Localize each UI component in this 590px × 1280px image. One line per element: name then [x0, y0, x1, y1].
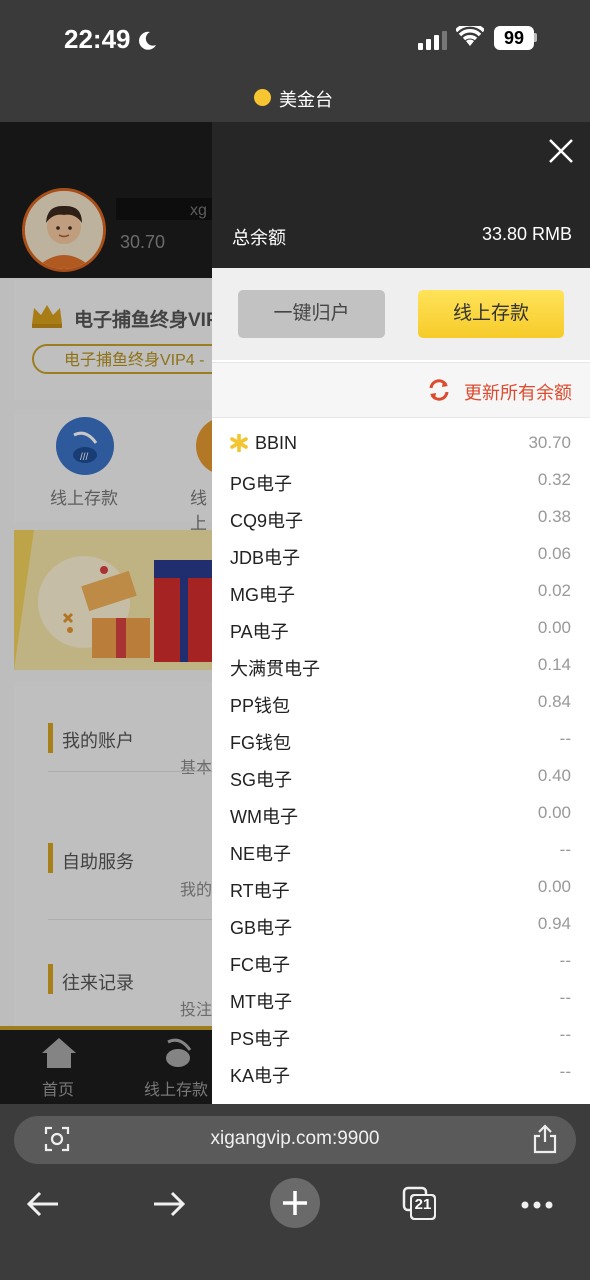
game-balance: 0.06: [537, 544, 571, 563]
game-name: FG钱包: [230, 733, 291, 753]
refresh-all-label[interactable]: 更新所有余额: [464, 379, 572, 405]
game-name: SG电子: [230, 770, 293, 790]
url-text[interactable]: xigangvip.com:9900: [14, 1128, 576, 1150]
collect-all-button[interactable]: 一键归户: [238, 290, 385, 338]
game-balance-row[interactable]: CQ9电子 0.38: [212, 500, 590, 537]
game-balance: 0.38: [537, 507, 571, 526]
new-tab-button[interactable]: [270, 1178, 320, 1228]
game-name: MT电子: [230, 992, 292, 1012]
game-name: PP钱包: [230, 696, 291, 716]
game-balance-row[interactable]: PS电子 --: [212, 1018, 590, 1055]
battery-tip: [534, 33, 537, 42]
game-balance: 0.02: [537, 581, 571, 600]
game-balance: 0.00: [537, 803, 571, 822]
address-bar[interactable]: xigangvip.com:9900: [14, 1116, 576, 1164]
game-name: PA电子: [230, 622, 289, 642]
game-balance-row[interactable]: MG电子 0.02: [212, 574, 590, 611]
drawer-actions: 一键归户 线上存款: [212, 268, 590, 360]
game-balance: --: [559, 988, 571, 1007]
game-name: WM电子: [230, 807, 298, 827]
game-balance-row[interactable]: FC电子 --: [212, 944, 590, 981]
game-name: MG电子: [230, 585, 295, 605]
game-name: PG电子: [230, 474, 293, 494]
game-balance: 0.84: [537, 692, 571, 711]
game-balance: 0.40: [537, 766, 571, 785]
game-balance: --: [559, 729, 571, 748]
game-name: FC电子: [230, 955, 290, 975]
game-balance-row[interactable]: KA电子 --: [212, 1055, 590, 1092]
game-balance: 30.70: [528, 433, 571, 452]
wifi-icon: [456, 26, 484, 46]
more-icon[interactable]: [520, 1200, 554, 1210]
game-balance-row[interactable]: GB电子 0.94: [212, 907, 590, 944]
game-balance-list: BBIN 30.70 PG电子 0.32 CQ9电子 0.38 JDB电子 0.06 MG电子 0…: [212, 426, 590, 1092]
online-deposit-button[interactable]: 线上存款: [418, 290, 564, 338]
game-name: NE电子: [230, 844, 292, 864]
battery-indicator: 99: [494, 26, 534, 50]
game-name: BBIN: [255, 433, 298, 453]
page-overlay[interactable]: [0, 122, 212, 1104]
refresh-icon[interactable]: [428, 379, 450, 401]
share-icon[interactable]: [532, 1124, 558, 1154]
game-balance: --: [559, 1062, 571, 1081]
game-balance-row[interactable]: 大满贯电子 0.14: [212, 648, 590, 685]
drawer-header: 总余额 33.80 RMB: [212, 122, 590, 268]
game-balance-row[interactable]: PA电子 0.00: [212, 611, 590, 648]
game-balance-row[interactable]: BBIN 30.70: [212, 426, 590, 463]
total-balance-label: 总余额: [232, 228, 286, 248]
site-name: 美金台: [279, 90, 333, 110]
game-balance-row[interactable]: MT电子 --: [212, 981, 590, 1018]
game-balance: 0.00: [537, 618, 571, 637]
game-balance-row[interactable]: PG电子 0.32: [212, 463, 590, 500]
game-balance-row[interactable]: WM电子 0.00: [212, 796, 590, 833]
game-balance: 0.00: [537, 877, 571, 896]
balance-drawer: 总余额 33.80 RMB 一键归户 线上存款 更新所有余额 BBIN 30.70…: [212, 122, 590, 1104]
game-balance-row[interactable]: FG钱包 --: [212, 722, 590, 759]
game-name: KA电子: [230, 1066, 291, 1086]
game-name: RT电子: [230, 881, 290, 901]
game-balance: 0.14: [537, 655, 571, 674]
game-balance: --: [559, 951, 571, 970]
game-balance-row[interactable]: NE电子 --: [212, 833, 590, 870]
game-balance: 0.94: [537, 914, 571, 933]
game-name: CQ9电子: [230, 511, 304, 531]
game-balance-row[interactable]: SG电子 0.40: [212, 759, 590, 796]
tab-count[interactable]: 21: [410, 1196, 436, 1213]
game-name: PS电子: [230, 1029, 291, 1049]
game-name: 大满贯电子: [230, 659, 320, 679]
plus-icon: [283, 1191, 307, 1215]
game-balance-row[interactable]: RT电子 0.00: [212, 870, 590, 907]
close-icon[interactable]: [546, 136, 576, 166]
asterisk-star-icon: [230, 434, 248, 452]
forward-arrow-icon[interactable]: [152, 1190, 186, 1218]
back-arrow-icon[interactable]: [26, 1190, 60, 1218]
moon-icon: [139, 31, 156, 50]
game-name: JDB电子: [230, 548, 301, 568]
game-balance-row[interactable]: JDB电子 0.06: [212, 537, 590, 574]
game-balance: --: [559, 840, 571, 859]
status-bar: 22:49 99 美金台: [0, 0, 590, 122]
game-balance: --: [559, 1025, 571, 1044]
site-status-dot: [254, 89, 271, 106]
refresh-all-row[interactable]: 更新所有余额: [212, 362, 590, 418]
clock: 22:49: [64, 24, 131, 54]
game-balance-row[interactable]: PP钱包 0.84: [212, 685, 590, 722]
game-name: GB电子: [230, 918, 293, 938]
total-balance-value: 33.80 RMB: [481, 224, 572, 244]
game-balance: 0.32: [537, 470, 571, 489]
browser-toolbar: xigangvip.com:9900 21: [0, 1104, 590, 1280]
cellular-signal-icon: [418, 31, 447, 50]
